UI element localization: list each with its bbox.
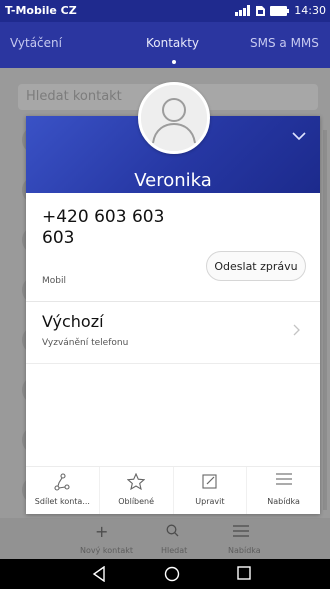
- edit-button[interactable]: Upravit: [174, 467, 248, 514]
- chevron-right-icon: [293, 324, 300, 336]
- navigation-bar: [0, 559, 330, 589]
- edit-icon: [202, 474, 217, 489]
- battery-icon: [270, 5, 290, 16]
- contact-card-actions: Sdílet konta... Oblíbené Upravit Nabídka: [26, 466, 320, 514]
- alphabet-index-scroller[interactable]: [323, 130, 327, 510]
- phone-row[interactable]: +420 603 603 603 Mobil Odeslat zprávu: [26, 193, 320, 302]
- contact-name: Veronika: [134, 170, 212, 191]
- favorite-button[interactable]: Oblíbené: [100, 467, 174, 514]
- avatar[interactable]: [138, 82, 210, 154]
- carrier-name: T-Mobile CZ: [5, 4, 77, 17]
- menu-label[interactable]: Nabídka: [228, 546, 261, 555]
- phone-number[interactable]: +420 603 603 603: [42, 207, 202, 249]
- app-header: Vytáčení Kontakty SMS a MMS: [0, 22, 330, 68]
- search-label[interactable]: Hledat: [161, 546, 187, 555]
- recents-icon[interactable]: [237, 566, 251, 580]
- contact-card: Veronika +420 603 603 603 Mobil Odeslat …: [26, 116, 320, 514]
- search-icon[interactable]: [166, 524, 179, 537]
- back-icon[interactable]: [92, 566, 106, 582]
- menu-icon: [275, 473, 292, 485]
- menu-icon[interactable]: [233, 525, 249, 537]
- send-message-button[interactable]: Odeslat zprávu: [206, 251, 306, 281]
- home-icon[interactable]: [164, 566, 180, 582]
- contacts-toolbar: + Nový kontakt Hledat Nabídka: [0, 518, 330, 559]
- menu-label: Nabídka: [267, 497, 300, 506]
- edit-label: Upravit: [195, 497, 225, 506]
- share-contact-button[interactable]: Sdílet konta...: [26, 467, 100, 514]
- new-contact-label[interactable]: Nový kontakt: [80, 546, 133, 555]
- share-contact-label: Sdílet konta...: [34, 497, 90, 506]
- plus-icon[interactable]: +: [95, 522, 108, 541]
- ringtone-row[interactable]: Výchozí Vyzvánění telefonu: [26, 302, 320, 364]
- star-icon: [127, 473, 146, 490]
- tab-kontakty[interactable]: Kontakty: [146, 36, 199, 50]
- clock: 14:30: [294, 4, 326, 17]
- status-bar: T-Mobile CZ 14:30: [0, 0, 330, 22]
- tab-sms-mms[interactable]: SMS a MMS: [250, 36, 319, 50]
- signal-icon: [235, 5, 251, 16]
- menu-button[interactable]: Nabídka: [247, 467, 320, 514]
- sim-icon: [256, 5, 266, 16]
- tab-vytaceni[interactable]: Vytáčení: [10, 36, 62, 50]
- status-icons: 14:30: [235, 4, 326, 17]
- person-placeholder-icon: [141, 85, 207, 151]
- ringtone-title: Výchozí: [42, 312, 104, 331]
- ringtone-subtitle: Vyzvánění telefonu: [42, 338, 129, 348]
- favorite-label: Oblíbené: [118, 497, 155, 506]
- tab-selected-indicator: [172, 60, 176, 64]
- phone-type: Mobil: [42, 276, 66, 286]
- chevron-down-icon[interactable]: [292, 132, 306, 141]
- share-icon: [54, 473, 70, 491]
